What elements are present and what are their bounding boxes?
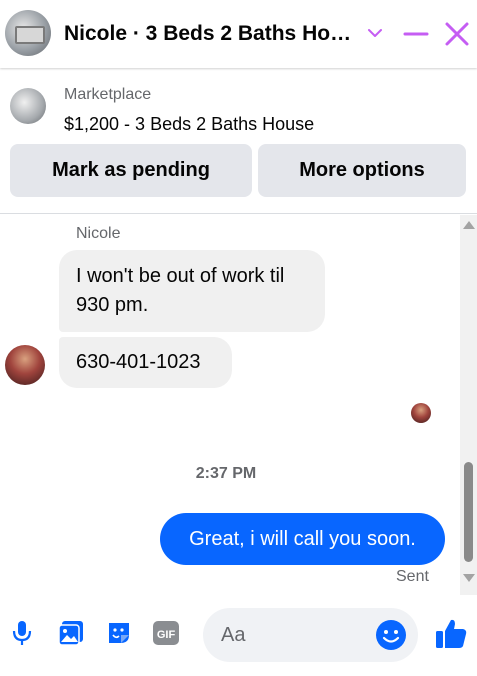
outgoing-message[interactable]: Great, i will call you soon.	[160, 513, 445, 565]
sticker-icon[interactable]	[105, 619, 133, 647]
photo-icon[interactable]	[57, 619, 85, 647]
conversation-title[interactable]: Nicole · 3 Beds 2 Baths Ho…	[64, 22, 354, 46]
close-icon[interactable]	[444, 21, 470, 47]
listing-thumbnail[interactable]	[10, 88, 46, 124]
gif-icon[interactable]: GIF	[152, 619, 180, 647]
conversation-avatar[interactable]	[5, 10, 51, 56]
chat-header: Nicole · 3 Beds 2 Baths Ho…	[0, 0, 477, 68]
incoming-message[interactable]: I won't be out of work til 930 pm.	[59, 250, 325, 332]
thread-scrollbar[interactable]	[460, 215, 477, 595]
listing-category: Marketplace	[64, 86, 152, 103]
scroll-down-arrow-icon[interactable]	[463, 574, 475, 582]
emoji-icon[interactable]	[375, 619, 407, 651]
mark-as-pending-button[interactable]: Mark as pending	[10, 144, 252, 197]
gif-label: GIF	[157, 629, 176, 641]
message-timestamp: 2:37 PM	[195, 465, 257, 482]
chevron-down-icon[interactable]	[366, 22, 384, 44]
message-input[interactable]	[221, 621, 371, 649]
seen-indicator-avatar	[411, 403, 431, 423]
sender-name: Nicole	[76, 225, 121, 242]
message-input-container[interactable]	[203, 608, 418, 662]
microphone-icon[interactable]	[8, 619, 36, 647]
message-thread: Nicole I won't be out of work til 930 pm…	[0, 215, 460, 595]
contact-avatar[interactable]	[5, 345, 45, 385]
listing-title[interactable]: $1,200 - 3 Beds 2 Baths House	[64, 114, 314, 135]
minimize-icon[interactable]	[403, 22, 429, 46]
message-composer: GIF	[0, 595, 477, 676]
incoming-message[interactable]: 630-401-1023	[59, 337, 232, 388]
like-icon[interactable]	[434, 617, 468, 651]
marketplace-listing-panel: Marketplace $1,200 - 3 Beds 2 Baths Hous…	[0, 68, 477, 214]
scroll-up-arrow-icon[interactable]	[463, 221, 475, 229]
more-options-button[interactable]: More options	[258, 144, 466, 197]
delivery-status: Sent	[396, 568, 429, 585]
scroll-thumb[interactable]	[464, 462, 473, 562]
